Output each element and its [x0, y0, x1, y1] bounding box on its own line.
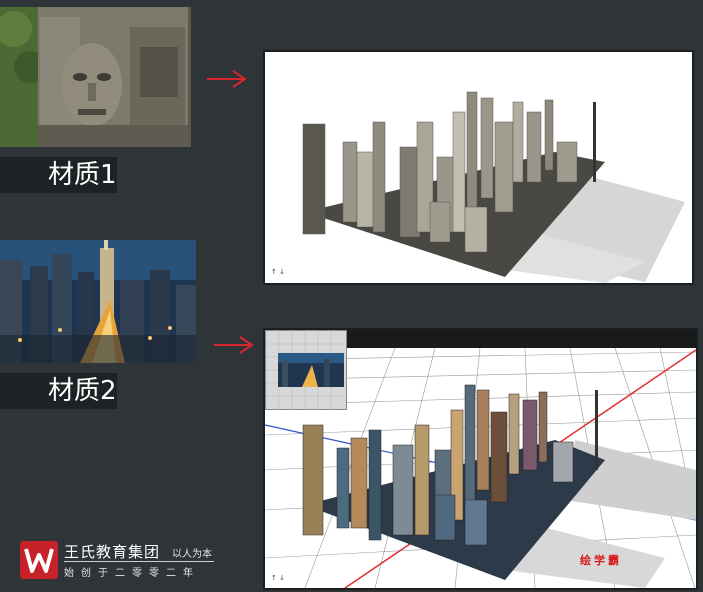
material-2-thumbnail — [0, 240, 196, 363]
material-2-label-text: 材质2 — [48, 376, 117, 406]
material-1-label: 材质1 — [0, 157, 117, 193]
render-city-material: ↑ ↓ — [263, 328, 698, 590]
brand-logo — [20, 541, 58, 579]
material-2-label: 材质2 — [0, 373, 117, 409]
brand-slogan: 以人为本 — [172, 549, 212, 560]
arrow-right-icon-2 — [214, 336, 254, 354]
material-1-thumbnail — [0, 7, 191, 147]
stone-face-image — [0, 7, 191, 147]
brand-subtitle: 始创于二零零二年 — [64, 568, 200, 579]
material-1-label-text: 材质1 — [48, 160, 117, 190]
inset-city-preview — [266, 331, 346, 409]
render-stone-scene: ↑ ↓ — [265, 52, 692, 283]
material-preview-inset — [265, 330, 347, 410]
svg-text:↑ ↓: ↑ ↓ — [271, 268, 285, 276]
svg-text:↑ ↓: ↑ ↓ — [271, 574, 285, 582]
watermark-text: 绘学霸 — [580, 554, 622, 567]
brand-name: 王氏教育集团 — [64, 543, 161, 561]
city-night-image — [0, 240, 196, 363]
w-logo-icon — [24, 548, 54, 573]
arrow-right-icon-1 — [207, 70, 247, 88]
brand-divider — [64, 561, 214, 562]
render-stone-material: ↑ ↓ — [263, 50, 694, 285]
